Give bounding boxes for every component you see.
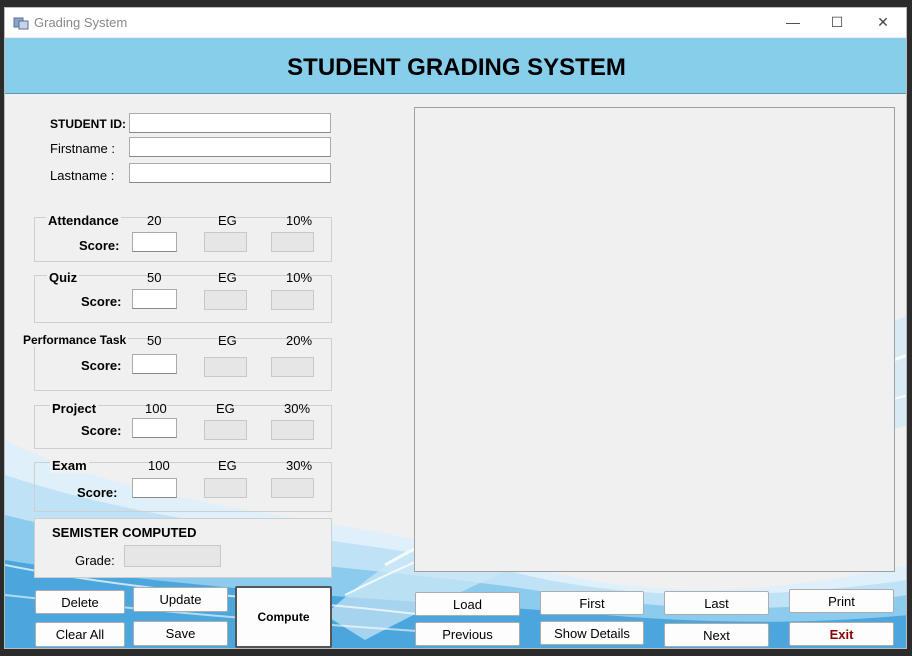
update-button[interactable]: Update [133,587,228,612]
lastname-input[interactable] [129,163,331,183]
exam-score-input[interactable] [132,478,177,498]
semester-title: SEMISTER COMPUTED [52,525,197,540]
attendance-score-input[interactable] [132,232,177,252]
exam-max: 100 [148,458,170,473]
attendance-weight: 10% [286,213,313,228]
project-score-input[interactable] [132,418,177,438]
project-eg-label: EG [216,401,235,416]
project-eg-output [204,420,247,440]
performance-task-score-label: Score: [81,358,122,373]
window-title: Grading System [34,15,128,30]
details-panel [414,107,895,572]
exam-eg-output [204,478,247,498]
exam-weight: 30% [286,458,313,473]
attendance-eg-output [204,232,247,252]
compute-button[interactable]: Compute [235,586,332,648]
first-button[interactable]: First [540,591,644,615]
quiz-max: 50 [147,270,162,285]
save-button[interactable]: Save [133,621,228,646]
attendance-score-label: Score: [79,238,120,253]
quiz-weighted-output [271,290,314,310]
attendance-eg-label: EG [218,213,237,228]
performance-task-weight: 20% [286,333,313,348]
quiz-score-input[interactable] [132,289,177,309]
exam-eg-label: EG [218,458,237,473]
maximize-icon[interactable]: ☐ [827,12,847,32]
lastname-label: Lastname : [50,168,115,183]
attendance-weighted-output [271,232,314,252]
app-window: Grading System — ☐ ✕ STUDENT GRADING SYS… [4,7,907,649]
next-button[interactable]: Next [664,623,769,647]
page-title: STUDENT GRADING SYSTEM [287,54,626,81]
exit-button[interactable]: Exit [789,622,894,646]
attendance-label: Attendance [46,213,121,228]
project-weight: 30% [284,401,311,416]
exam-label: Exam [50,458,89,473]
delete-button[interactable]: Delete [35,590,125,614]
project-max: 100 [145,401,167,416]
app-icon [13,16,29,30]
quiz-score-label: Score: [81,294,122,309]
quiz-eg-label: EG [218,270,237,285]
minimize-icon[interactable]: — [783,12,803,32]
firstname-label: Firstname : [50,141,116,156]
project-score-label: Score: [81,423,122,438]
performance-task-weighted-output [271,357,314,377]
quiz-label: Quiz [47,270,80,285]
last-button[interactable]: Last [664,591,769,615]
grade-label: Grade: [75,553,115,568]
clear-all-button[interactable]: Clear All [35,622,125,647]
performance-task-eg-label: EG [218,333,237,348]
firstname-input[interactable] [129,137,331,157]
load-button[interactable]: Load [415,592,520,616]
close-icon[interactable]: ✕ [873,12,893,32]
quiz-weight: 10% [286,270,313,285]
exam-weighted-output [271,478,314,498]
performance-task-label: Performance Task [21,333,129,347]
title-bar: Grading System — ☐ ✕ [5,8,906,37]
print-button[interactable]: Print [789,589,894,613]
student-id-input[interactable] [129,113,331,133]
previous-button[interactable]: Previous [415,622,520,646]
performance-task-eg-output [204,357,247,377]
project-label: Project [50,401,99,416]
header-band: STUDENT GRADING SYSTEM [5,38,906,94]
attendance-max: 20 [147,213,162,228]
show-details-button[interactable]: Show Details [540,621,644,645]
performance-task-score-input[interactable] [132,354,177,374]
project-weighted-output [271,420,314,440]
quiz-eg-output [204,290,247,310]
performance-task-max: 50 [147,333,162,348]
form-body: STUDENT ID: Firstname : Lastname : Atten… [5,95,906,648]
student-id-label: STUDENT ID: [50,117,126,131]
exam-score-label: Score: [77,485,118,500]
grade-output [124,545,221,567]
